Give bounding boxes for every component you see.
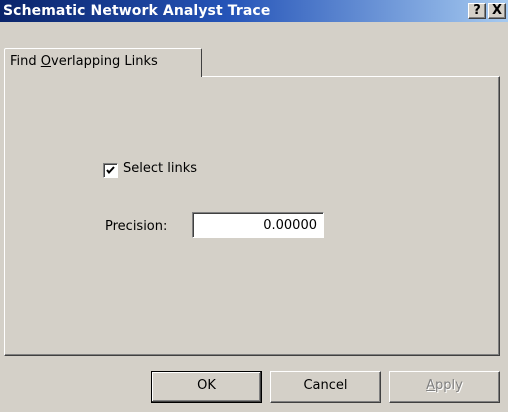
apply-button[interactable]: Apply bbox=[389, 371, 500, 403]
title-bar[interactable]: Schematic Network Analyst Trace ? X bbox=[0, 0, 508, 22]
tab-find-overlapping-links[interactable]: Find Overlapping Links bbox=[4, 48, 202, 77]
precision-input[interactable] bbox=[192, 212, 324, 238]
cancel-button[interactable]: Cancel bbox=[270, 371, 381, 403]
tab-label: Find Overlapping Links bbox=[10, 54, 158, 69]
dialog-window: Schematic Network Analyst Trace ? X Find… bbox=[0, 0, 508, 412]
close-button[interactable]: X bbox=[488, 3, 506, 19]
window-title: Schematic Network Analyst Trace bbox=[3, 3, 271, 19]
select-links-label: Select links bbox=[123, 161, 198, 176]
checkmark-icon bbox=[106, 166, 115, 175]
select-links-checkbox[interactable] bbox=[103, 163, 118, 178]
precision-label: Precision: bbox=[105, 219, 168, 234]
ok-button[interactable]: OK bbox=[151, 371, 262, 403]
help-button[interactable]: ? bbox=[468, 3, 486, 19]
